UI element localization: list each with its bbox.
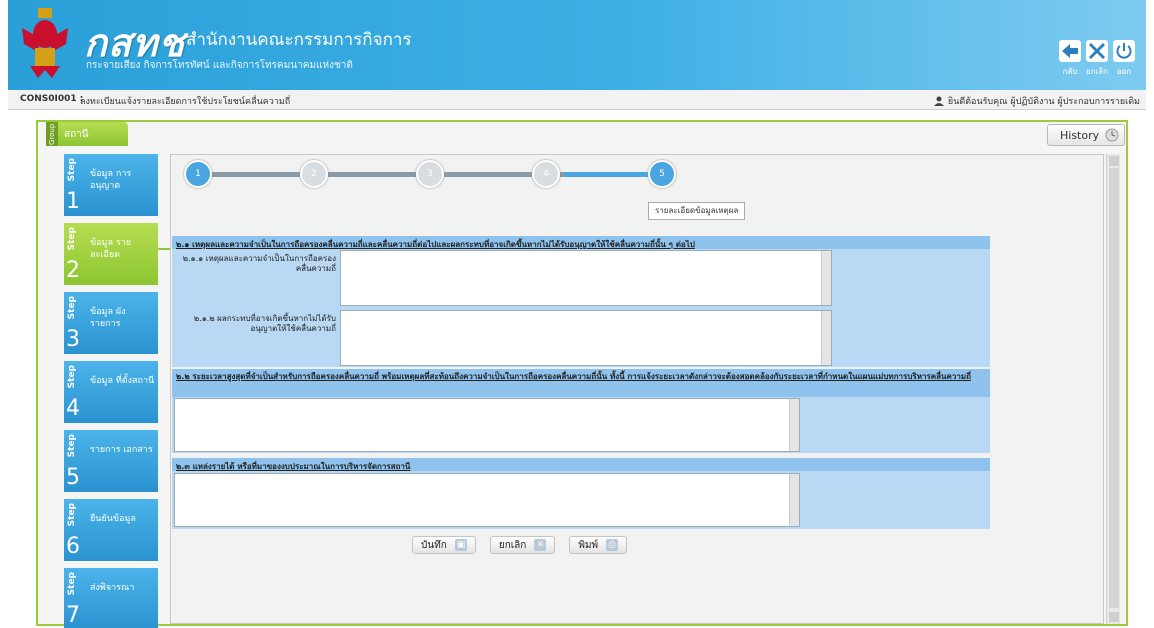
cancel-top-button[interactable]: ยกเลิก	[1085, 40, 1109, 78]
progress-dot-4[interactable]: 4	[532, 160, 560, 188]
user-icon	[933, 96, 944, 106]
step-label: ข้อมูล การอนุญาต	[90, 169, 132, 191]
step-label: ข้อมูล ผังรายการ	[90, 307, 126, 329]
history-label: History	[1060, 128, 1100, 142]
back-button[interactable]: กลับ	[1058, 40, 1082, 78]
field-2-1-2-textarea[interactable]	[340, 310, 832, 366]
print-label: พิมพ์	[578, 539, 599, 551]
cancel-label: ยกเลิก	[498, 539, 527, 551]
step-word: Step	[67, 503, 77, 527]
close-icon: ✕	[534, 539, 547, 551]
step-6[interactable]: Step 6 ยืนยันข้อมูล	[64, 499, 158, 561]
group-tab-vertical-label: Group	[46, 122, 58, 146]
textarea-scrollbar[interactable]	[821, 311, 831, 365]
progress-dot-3[interactable]: 3	[416, 160, 444, 188]
garuda-emblem-icon	[22, 8, 68, 78]
cancel-top-label: ยกเลิก	[1085, 67, 1108, 76]
step-word: Step	[67, 572, 77, 596]
progress-tooltip: รายละเอียดข้อมูลเหตุผล	[648, 202, 746, 220]
step-1[interactable]: Step 1 ข้อมูล การอนุญาต	[64, 154, 158, 216]
step-label: ข้อมูล ที่ตั้งสถานี	[90, 376, 155, 386]
step-number: 6	[66, 534, 80, 559]
step-number: 2	[66, 258, 80, 283]
field-2-1-1-textarea[interactable]	[340, 250, 832, 306]
progress-dot-2[interactable]: 2	[300, 160, 328, 188]
scroll-up-icon[interactable]	[1109, 156, 1119, 166]
back-arrow-icon	[1059, 40, 1081, 62]
save-button[interactable]: บันทึก ▣	[412, 536, 476, 554]
step-label: รายการ เอกสาร	[90, 445, 153, 455]
progress-dot-5[interactable]: 5	[648, 160, 676, 188]
org-name: สำนักงานคณะกรรมการกิจการ	[186, 30, 412, 50]
step-2[interactable]: Step 2 ข้อมูล รายละเอียด	[64, 223, 158, 285]
clock-icon	[1105, 128, 1119, 142]
welcome-text: ยินดีต้อนรับคุณ ผู้ปฏิบัติงาน ผู้ประกอบก…	[947, 97, 1140, 107]
step-number: 4	[66, 396, 80, 421]
step-word: Step	[67, 296, 77, 320]
field-2-1-2-label: ๒.๑.๒ ผลกระทบที่อาจเกิดขึ้นหากไม่ได้รับอ…	[193, 314, 336, 333]
page-title: ลงทะเบียนแจ้งรายละเอียดการใช้ประโยชน์คลื…	[80, 97, 291, 107]
info-bar: CONS0I001 : ลงทะเบียนแจ้งรายละเอียดการใช…	[8, 90, 1146, 110]
step-4[interactable]: Step 4 ข้อมูล ที่ตั้งสถานี	[64, 361, 158, 423]
logout-button[interactable]: ออก	[1112, 40, 1136, 78]
step-label: ข้อมูล รายละเอียด	[90, 238, 132, 260]
field-2-1-1-label: ๒.๑.๑ เหตุผลและความจำเป็นในการถือครองคลื…	[182, 254, 336, 273]
group-tab[interactable]: Group สถานี	[46, 122, 128, 146]
textarea-scrollbar[interactable]	[789, 399, 799, 451]
scroll-thumb[interactable]	[1109, 168, 1119, 608]
step-word: Step	[67, 227, 77, 251]
save-icon: ▣	[454, 539, 467, 551]
form-actions: บันทึก ▣ ยกเลิก ✕ พิมพ์ ⎙	[412, 536, 628, 554]
step-number: 1	[66, 189, 80, 214]
header-actions: กลับ ยกเลิก ออก	[1058, 40, 1136, 78]
step-label: ส่งพิจารณา	[90, 583, 135, 593]
org-subtitle: กระจายเสียง กิจการโทรทัศน์ และกิจการโทรค…	[86, 60, 353, 71]
step-word: Step	[67, 158, 77, 182]
print-button[interactable]: พิมพ์ ⎙	[569, 536, 628, 554]
scroll-down-icon[interactable]	[1109, 612, 1119, 622]
step-number: 5	[66, 465, 80, 490]
step-3[interactable]: Step 3 ข้อมูล ผังรายการ	[64, 292, 158, 354]
section-2-2-header: ๒.๒ ระยะเวลาสูงสุดที่จำเป็นสำหรับการถือค…	[172, 369, 990, 397]
progress-dot-1[interactable]: 1	[184, 160, 212, 188]
app-header: กสทช สำนักงานคณะกรรมการกิจการ กระจายเสีย…	[8, 0, 1146, 90]
history-button[interactable]: History	[1047, 124, 1125, 146]
content-scrollbar[interactable]	[1106, 154, 1120, 624]
welcome-text-wrap: ยินดีต้อนรับคุณ ผู้ปฏิบัติงาน ผู้ประกอบก…	[933, 94, 1140, 108]
close-icon	[1086, 40, 1108, 62]
save-label: บันทึก	[421, 539, 447, 551]
textarea-scrollbar[interactable]	[789, 474, 799, 526]
active-step-connector	[158, 248, 170, 250]
page-code: CONS0I001 :	[20, 94, 84, 104]
printer-icon: ⎙	[606, 539, 619, 551]
step-number: 3	[66, 327, 80, 352]
group-tab-label: สถานี	[64, 129, 89, 140]
logout-label: ออก	[1116, 67, 1132, 76]
textarea-scrollbar[interactable]	[821, 251, 831, 305]
step-number: 7	[66, 603, 80, 628]
cancel-button[interactable]: ยกเลิก ✕	[489, 536, 556, 554]
step-7[interactable]: Step 7 ส่งพิจารณา	[64, 568, 158, 628]
step-word: Step	[67, 365, 77, 389]
field-2-3-textarea[interactable]	[174, 473, 800, 527]
back-label: กลับ	[1062, 67, 1078, 76]
step-navigation: Step 1 ข้อมูล การอนุญาต Step 2 ข้อมูล รา…	[64, 154, 158, 628]
step-word: Step	[67, 434, 77, 458]
sub-step-progress: 1 2 3 4 5	[184, 160, 676, 188]
field-2-2-textarea[interactable]	[174, 398, 800, 452]
power-icon	[1113, 40, 1135, 62]
step-5[interactable]: Step 5 รายการ เอกสาร	[64, 430, 158, 492]
step-label: ยืนยันข้อมูล	[90, 514, 136, 524]
